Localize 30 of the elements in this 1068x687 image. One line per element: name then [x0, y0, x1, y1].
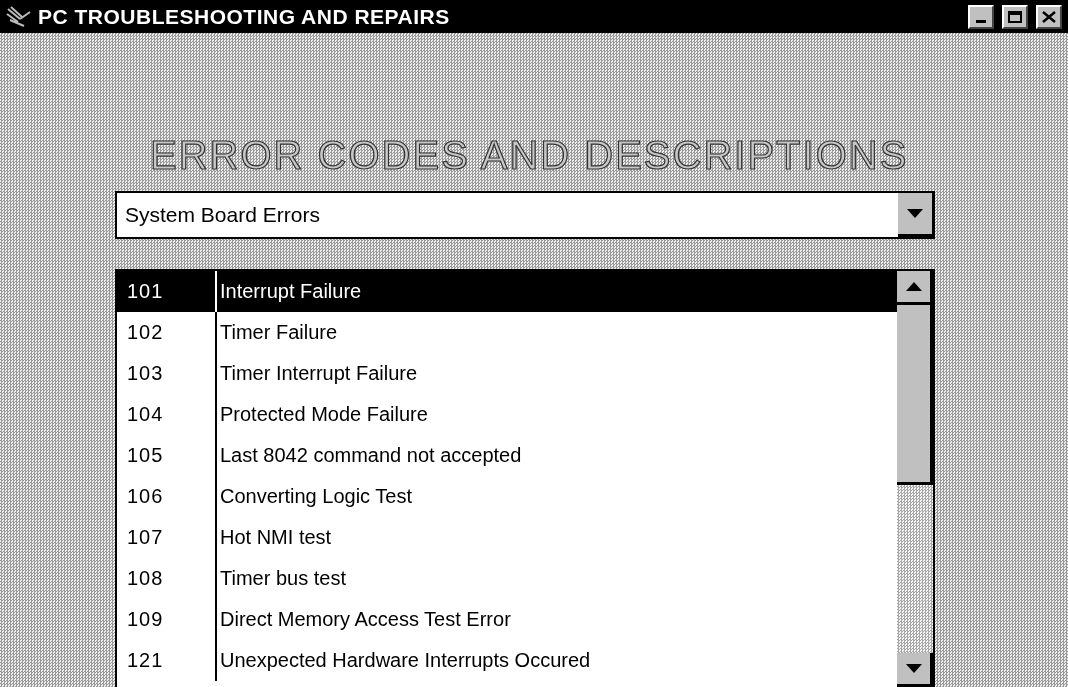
- dropdown-arrow-button[interactable]: [898, 193, 935, 237]
- error-code: 106: [126, 485, 165, 508]
- category-dropdown[interactable]: System Board Errors: [115, 191, 935, 239]
- scrollbar[interactable]: [897, 271, 933, 687]
- app-icon: [6, 5, 32, 28]
- maximize-icon: [1008, 10, 1022, 23]
- error-code: 105: [126, 444, 165, 467]
- scroll-thumb[interactable]: [897, 305, 933, 485]
- error-code: 109: [126, 608, 165, 631]
- up-arrow-icon: [905, 282, 922, 291]
- error-code: 121: [126, 649, 165, 672]
- dropdown-value: System Board Errors: [124, 203, 321, 227]
- caret-icon: [907, 209, 923, 218]
- minimize-button[interactable]: [968, 4, 994, 29]
- error-code: 103: [126, 362, 165, 385]
- minimize-icon: [976, 19, 986, 23]
- list-row[interactable]: 101 Interrupt Failure: [117, 271, 897, 312]
- error-code: 101: [126, 280, 165, 303]
- maximize-button[interactable]: [1002, 4, 1028, 29]
- close-icon: [1042, 10, 1056, 23]
- scroll-down-button[interactable]: [897, 653, 933, 687]
- error-code: 107: [126, 526, 165, 549]
- close-button[interactable]: [1036, 4, 1062, 29]
- down-arrow-icon: [905, 664, 922, 673]
- error-code: 104: [126, 403, 165, 426]
- error-code: 102: [126, 321, 165, 344]
- scroll-up-button[interactable]: [897, 271, 933, 305]
- window-title: PC TROUBLESHOOTING AND REPAIRS: [38, 4, 451, 29]
- error-description: Unexpected Hardware Interrupts Occured: [215, 640, 591, 681]
- error-code: 108: [126, 567, 165, 590]
